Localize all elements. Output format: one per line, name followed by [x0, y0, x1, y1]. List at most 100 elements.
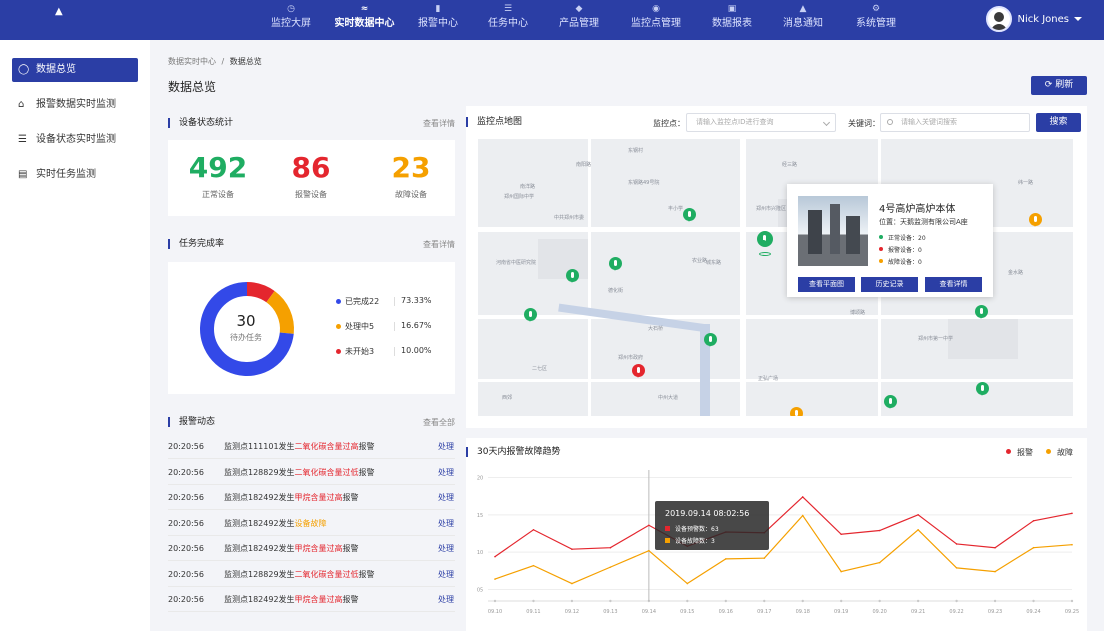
blast-furnace-photo	[798, 196, 868, 266]
series-point-0[interactable]	[609, 546, 612, 549]
series-point-0[interactable]	[494, 555, 496, 558]
handle-alarm-link[interactable]: 处理	[438, 460, 454, 485]
refresh-button[interactable]: ⟳ 刷新	[1031, 76, 1087, 95]
handle-alarm-link[interactable]: 处理	[438, 511, 454, 536]
monitor-point-pin[interactable]	[884, 395, 897, 409]
avatar[interactable]	[985, 6, 1012, 32]
nav-item-5[interactable]: ◉ 监控点管理	[616, 0, 696, 40]
series-point-1[interactable]	[801, 514, 804, 517]
alarm-time: 20:20:56	[168, 442, 204, 451]
trend-line-chart[interactable]: 20 15 10 05 09.10 09.11 09.12 09.13 09.14 09.15 09…	[466, 464, 1087, 624]
series-point-1[interactable]	[878, 561, 881, 564]
task-rate-card: 30 待办任务 已完成22 73.33% 处理中5 16.67% 未开始3 10…	[168, 262, 455, 394]
series-point-0[interactable]	[571, 548, 573, 550]
chevron-down-icon[interactable]	[1074, 17, 1082, 21]
thermometer-icon	[981, 385, 984, 391]
series-point-0[interactable]	[801, 496, 804, 498]
series-line-0[interactable]	[494, 496, 1073, 558]
handle-alarm-link[interactable]: 处理	[438, 587, 454, 612]
series-point-1[interactable]	[532, 564, 535, 567]
series-point-0[interactable]	[917, 514, 919, 516]
alarm-message-pre: 监测点182492发生	[224, 544, 295, 553]
series-point-0[interactable]	[648, 524, 650, 527]
view-detail-button[interactable]: 查看详情	[925, 277, 982, 292]
monitor-point-pin-alarm[interactable]	[632, 364, 645, 378]
layers-icon: ◆	[575, 4, 583, 14]
nav-item-7[interactable]: ▲ 消息通知	[768, 0, 838, 40]
monitor-point-pin[interactable]	[524, 308, 537, 322]
series-point-1[interactable]	[840, 570, 842, 573]
series-point-1[interactable]	[725, 558, 727, 560]
dashboard-icon: ◷	[287, 4, 295, 14]
overview-icon: ◯	[18, 64, 30, 75]
nav-item-3[interactable]: ☰ 任务中心	[474, 0, 542, 40]
history-button[interactable]: 历史记录	[861, 277, 918, 292]
series-point-0[interactable]	[878, 529, 881, 532]
alarm-monitor-icon: ⌂	[18, 99, 25, 110]
series-point-1[interactable]	[955, 567, 958, 569]
caret-up-icon[interactable]: ▲	[55, 6, 63, 17]
keyword-search-input[interactable]: 请输入关键词搜索	[880, 113, 1030, 132]
legend-dot	[1046, 449, 1051, 454]
handle-alarm-link[interactable]: 处理	[438, 434, 454, 459]
nav-item-8[interactable]: ⚙ 系统管理	[838, 0, 914, 40]
sidebar-item-alarm-monitor[interactable]: ⌂ 报警数据实时监测	[12, 93, 138, 117]
nav-item-2[interactable]: ▮ 报警中心	[402, 0, 474, 40]
series-line-1[interactable]	[494, 514, 1073, 585]
monitor-point-pin-selected[interactable]	[757, 231, 773, 247]
monitor-point-pin[interactable]	[975, 305, 988, 319]
series-point-1[interactable]	[686, 582, 689, 585]
nav-item-0[interactable]: ◷ 监控大屏	[255, 0, 327, 40]
series-point-1[interactable]	[494, 578, 496, 580]
series-point-1[interactable]	[994, 570, 996, 573]
sidebar-item-overview[interactable]: ◯ 数据总览	[12, 58, 138, 82]
monitor-point-pin[interactable]	[566, 269, 579, 283]
handle-alarm-link[interactable]: 处理	[438, 536, 454, 561]
user-name[interactable]: Nick Jones	[1018, 14, 1070, 25]
monitor-point-pin[interactable]	[683, 208, 696, 222]
monitor-point-pin-fault[interactable]	[1029, 213, 1042, 227]
series-point-1[interactable]	[763, 557, 766, 559]
series-point-1[interactable]	[609, 566, 612, 568]
handle-alarm-link[interactable]: 处理	[438, 562, 454, 587]
series-point-1[interactable]	[648, 549, 650, 552]
user-menu[interactable]: Nick Jones	[985, 4, 1082, 34]
series-point-1[interactable]	[1071, 543, 1073, 546]
alarm-message-pre: 监测点182492发生	[224, 595, 295, 604]
donut-center-value: 30	[236, 312, 256, 330]
monitor-point-pin-fault[interactable]	[790, 407, 803, 416]
donut-segment-2[interactable]	[246, 282, 275, 303]
series-point-1[interactable]	[1032, 546, 1035, 549]
series-point-1[interactable]	[571, 582, 573, 585]
nav-item-4[interactable]: ◆ 产品管理	[542, 0, 616, 40]
breadcrumb-parent[interactable]: 数据实时中心	[168, 57, 216, 66]
series-point-0[interactable]	[840, 533, 842, 536]
y-tick-label: 10	[477, 550, 483, 556]
monitor-point-pin[interactable]	[976, 382, 989, 396]
alarm-message-post: 报警	[358, 442, 375, 451]
monitor-point-pin[interactable]	[704, 333, 717, 347]
sidebar-item-task-monitor[interactable]: ▤ 实时任务监测	[12, 163, 138, 187]
series-point-0[interactable]	[994, 546, 996, 549]
series-point-0[interactable]	[532, 528, 535, 531]
map-label: 经三路	[782, 162, 798, 168]
alarm-feed-view-all-link[interactable]: 查看全部	[423, 417, 455, 428]
series-point-0[interactable]	[1071, 512, 1073, 515]
monitor-point-pin[interactable]	[609, 257, 622, 271]
point-select[interactable]: 请输入监控点ID进行查询	[686, 113, 836, 132]
nav-item-6[interactable]: ▣ 数据报表	[696, 0, 768, 40]
map-block	[948, 319, 1018, 359]
sidebar-item-device-status[interactable]: ☰ 设备状态实时监测	[12, 128, 138, 152]
series-point-1[interactable]	[917, 528, 919, 531]
series-point-0[interactable]	[1032, 520, 1035, 522]
nav-item-1[interactable]: ≈ 实时数据中心	[327, 0, 402, 40]
task-rate-detail-link[interactable]: 查看详情	[423, 239, 455, 250]
device-stats-detail-link[interactable]: 查看详情	[423, 118, 455, 129]
view-floorplan-button[interactable]: 查看平面图	[798, 277, 855, 292]
x-tick-label: 09.11	[526, 609, 540, 615]
map-label: 正弘广场	[758, 376, 779, 382]
series-point-0[interactable]	[955, 543, 958, 545]
search-button[interactable]: 搜索	[1036, 113, 1081, 132]
alarm-message: 监测点111101发生二氧化碳含量过高报警	[224, 434, 375, 459]
handle-alarm-link[interactable]: 处理	[438, 485, 454, 510]
